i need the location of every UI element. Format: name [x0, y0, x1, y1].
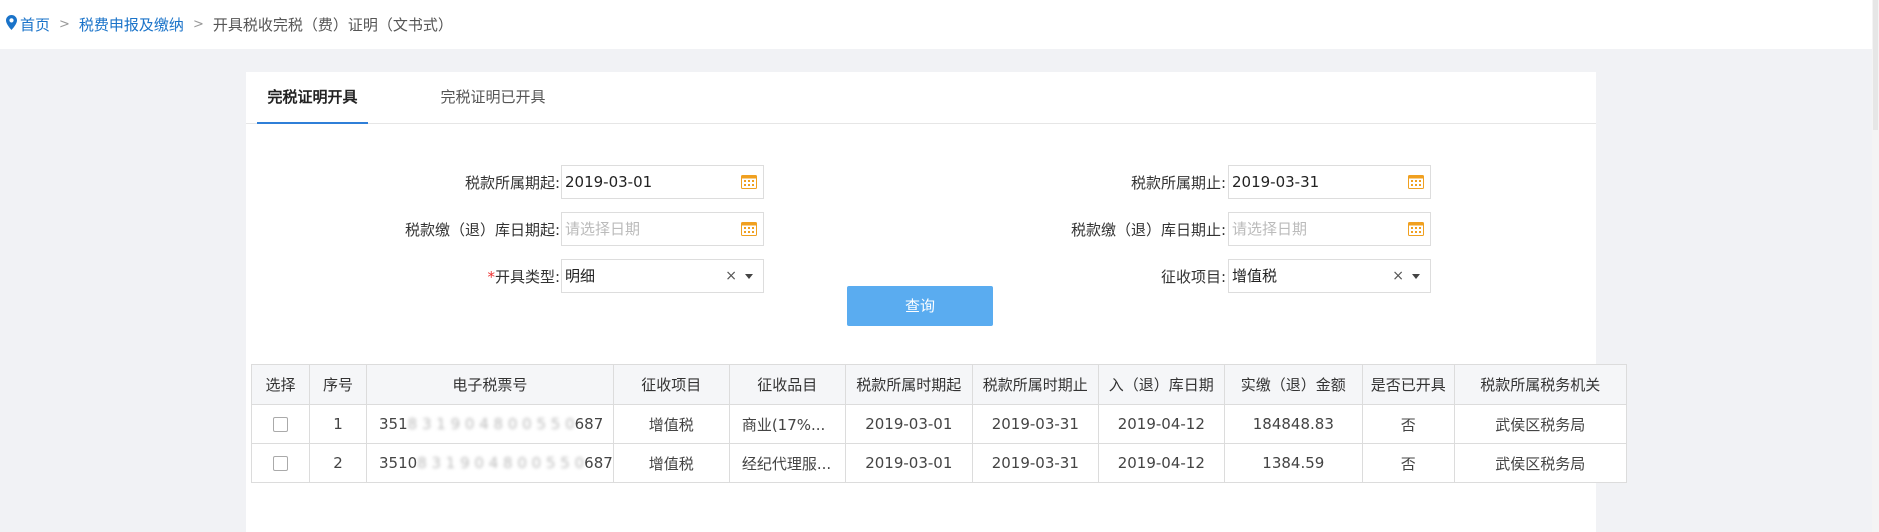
period-start-date-input[interactable]: 2019-03-01	[561, 165, 764, 199]
breadcrumb-separator: >	[59, 17, 70, 32]
col-header: 税款所属时期止	[971, 364, 1099, 405]
caret-down-icon[interactable]	[1412, 274, 1420, 279]
period-start-cell: 2019-03-01	[844, 404, 973, 444]
calendar-icon[interactable]	[1408, 174, 1424, 189]
col-header: 征收项目	[612, 364, 730, 405]
storage-date-start-placeholder: 请选择日期	[565, 220, 641, 238]
authority-cell: 武侯区税务局	[1453, 404, 1627, 444]
breadcrumb: 首页 > 税费申报及缴纳 > 开具税收完税（费）证明（文书式）	[0, 0, 1872, 49]
ticket-suffix: 687	[584, 454, 613, 472]
select-cell[interactable]	[251, 443, 310, 483]
period-end-label: 税款所属期止:	[1130, 174, 1226, 192]
period-start-cell: 2019-03-01	[844, 443, 973, 483]
period-end-cell: 2019-03-31	[971, 443, 1099, 483]
ticket-prefix: 351	[379, 415, 408, 433]
clear-icon[interactable]: ×	[1392, 260, 1404, 292]
levy-item-value: 增值税	[1232, 267, 1278, 285]
ticket-number-cell: 35108 3 1 9 0 4 8 0 0 5 5 0687	[366, 443, 614, 483]
row-checkbox[interactable]	[273, 417, 288, 432]
authority-cell: 武侯区税务局	[1453, 443, 1627, 483]
table-header-row: 选择 序号 电子税票号 征收项目 征收品目 税款所属时期起 税款所属时期止 入（…	[251, 364, 1627, 405]
tab-bar: 完税证明开具 完税证明已开具	[246, 72, 1596, 124]
storage-date-end-placeholder: 请选择日期	[1232, 220, 1308, 238]
period-end-value: 2019-03-31	[1232, 173, 1320, 191]
calendar-icon[interactable]	[741, 221, 757, 236]
ticket-number-cell: 3518 3 1 9 0 4 8 0 0 5 5 0687	[366, 404, 614, 444]
col-header: 是否已开具	[1361, 364, 1455, 405]
period-start-value: 2019-03-01	[565, 173, 653, 191]
breadcrumb-current-page: 开具税收完税（费）证明（文书式）	[212, 16, 453, 34]
select-cell[interactable]	[251, 404, 310, 444]
breadcrumb-tax-filing-link[interactable]: 税费申报及缴纳	[79, 14, 184, 35]
issue-type-select[interactable]: 明细 ×	[561, 259, 764, 293]
location-pin-icon	[6, 15, 17, 34]
seq-cell: 1	[309, 404, 367, 444]
issued-cell: 否	[1361, 404, 1455, 444]
issue-type-label-text: 开具类型:	[494, 268, 560, 286]
calendar-icon[interactable]	[1408, 221, 1424, 236]
table-row[interactable]: 1 3518 3 1 9 0 4 8 0 0 5 5 0687 增值税 商业(1…	[251, 404, 1627, 444]
issue-type-label: *开具类型:	[426, 259, 560, 295]
query-button[interactable]: 查询	[847, 286, 993, 326]
storage-date-start-label: 税款缴（退）库日期起:	[404, 221, 560, 239]
storage-date-cell: 2019-04-12	[1097, 404, 1225, 444]
seq-cell: 2	[309, 443, 367, 483]
tab-certificate-issue[interactable]: 完税证明开具	[257, 72, 368, 124]
results-table: 选择 序号 电子税票号 征收项目 征收品目 税款所属时期起 税款所属时期止 入（…	[251, 364, 1627, 483]
required-mark: *	[487, 268, 495, 286]
issue-type-value: 明细	[565, 267, 596, 285]
storage-date-end-label: 税款缴（退）库日期止:	[1070, 221, 1226, 239]
page-scrollbar[interactable]	[1872, 0, 1879, 532]
row-checkbox[interactable]	[273, 456, 288, 471]
calendar-icon[interactable]	[741, 174, 757, 189]
scrollbar-thumb[interactable]	[1873, 0, 1878, 130]
period-end-cell: 2019-03-31	[971, 404, 1099, 444]
storage-date-start-input[interactable]: 请选择日期	[561, 212, 764, 246]
storage-date-end-input[interactable]: 请选择日期	[1228, 212, 1431, 246]
storage-date-cell: 2019-04-12	[1097, 443, 1225, 483]
levy-category-cell: 商业(17%...	[728, 404, 846, 444]
levy-item-select[interactable]: 增值税 ×	[1228, 259, 1431, 293]
table-row[interactable]: 2 35108 3 1 9 0 4 8 0 0 5 5 0687 增值税 经纪代…	[251, 443, 1627, 483]
ticket-redacted: 8 3 1 9 0 4 8 0 0 5 5 0	[417, 454, 585, 472]
period-start-label: 税款所属期起:	[464, 174, 560, 192]
col-header: 选择	[251, 364, 310, 405]
col-header: 实缴（退）金额	[1223, 364, 1363, 405]
levy-item-label: 征收项目:	[1160, 268, 1226, 286]
breadcrumb-home-link[interactable]: 首页	[20, 14, 50, 35]
ticket-suffix: 687	[574, 415, 604, 433]
period-end-date-input[interactable]: 2019-03-31	[1228, 165, 1431, 199]
ticket-prefix: 3510	[379, 454, 418, 472]
caret-down-icon[interactable]	[745, 274, 753, 279]
breadcrumb-separator: >	[192, 17, 204, 32]
tab-certificate-issued[interactable]: 完税证明已开具	[430, 72, 556, 123]
ticket-redacted: 8 3 1 9 0 4 8 0 0 5 5 0	[407, 415, 575, 433]
levy-item-cell: 增值税	[612, 443, 730, 483]
col-header: 征收品目	[728, 364, 846, 405]
col-header: 税款所属时期起	[844, 364, 973, 405]
levy-item-cell: 增值税	[612, 404, 730, 444]
col-header: 电子税票号	[366, 364, 614, 405]
amount-cell: 184848.83	[1223, 404, 1363, 444]
levy-category-cell: 经纪代理服...	[728, 443, 846, 483]
clear-icon[interactable]: ×	[725, 260, 737, 292]
col-header: 入（退）库日期	[1097, 364, 1225, 405]
col-header: 税款所属税务机关	[1453, 364, 1627, 405]
amount-cell: 1384.59	[1223, 443, 1363, 483]
issued-cell: 否	[1361, 443, 1455, 483]
col-header: 序号	[309, 364, 367, 405]
